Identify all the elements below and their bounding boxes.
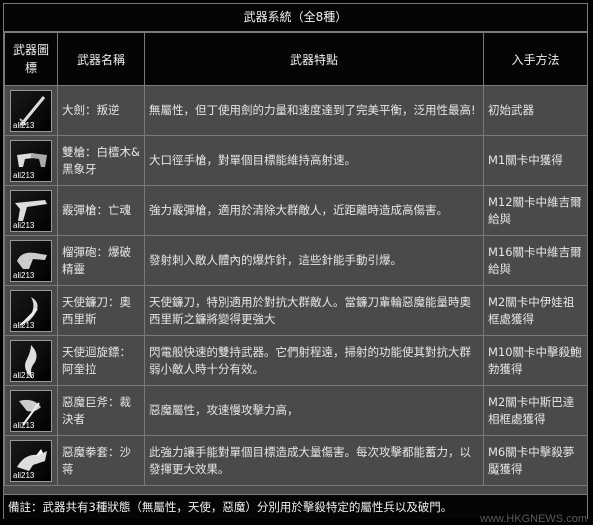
weapon-icon-cell: ali213	[4, 435, 58, 486]
weapon-name: 惡魔拳套：沙蒋	[57, 435, 145, 486]
table-title: 武器系統（全8種）	[4, 4, 587, 32]
icon-watermark: ali213	[13, 270, 35, 280]
weapon-feature: 惡魔屬性，攻速慢攻擊力高，	[144, 385, 484, 436]
twin-pistols-icon: ali213	[10, 139, 52, 182]
footer-text: 備註：武器共有3種狀態（無屬性，天使，惡魔）分別用於擊殺特定的屬性兵以及破門。	[8, 500, 453, 514]
header-feature: 武器特點	[144, 32, 484, 86]
shotgun-icon: ali213	[10, 189, 52, 232]
weapon-icon-cell: ali213	[4, 135, 58, 186]
site-watermark: www.HKGNEWS.com	[480, 513, 587, 525]
table-row: ali213 天使迴旋鏢：阿奎拉 閃電般快速的雙持武器。它們射程遠，掃射的功能使其對…	[4, 335, 588, 386]
weapon-name: 惡魔巨斧：裁決者	[57, 385, 145, 436]
header-name: 武器名稱	[57, 32, 145, 86]
weapon-feature: 無屬性，但丁使用劍的力量和速度達到了完美平衡，泛用性最高!	[144, 85, 484, 136]
axe-icon: ali213	[10, 389, 52, 432]
weapon-name: 榴彈砲：爆破精靈	[57, 235, 145, 286]
weapon-icon-cell: ali213	[4, 235, 58, 286]
weapon-method: M6關卡中擊殺夢魘獲得	[483, 435, 588, 486]
table-row: ali213 榴彈砲：爆破精靈 發射刺入敵人體內的爆炸針，這些針能手動引爆。 M16關…	[4, 235, 588, 286]
table-row: ali213 天使鐮刀：奧西里斯 天使鐮刀，特別適用於對抗大群敵人。當鐮刀輩輪惡魔能…	[4, 285, 588, 336]
weapon-name: 天使迴旋鏢：阿奎拉	[57, 335, 145, 386]
icon-watermark: ali213	[13, 220, 35, 230]
header-method: 入手方法	[483, 32, 588, 86]
grenade-launcher-icon: ali213	[10, 239, 52, 282]
icon-watermark: ali213	[13, 320, 35, 330]
weapon-name: 大劍：叛逆	[57, 85, 145, 136]
weapon-method: M2關卡中伊娃祖框處獲得	[483, 285, 588, 336]
weapon-feature: 強力霰彈槍，適用於清除大群敵人，近距離時造成高傷害。	[144, 185, 484, 236]
weapon-feature: 發射刺入敵人體內的爆炸針，這些針能手動引爆。	[144, 235, 484, 286]
table-row: ali213 惡魔拳套：沙蒋 此強力讓手能對單個目標造成大量傷害。每次攻擊都能蓄力，…	[4, 435, 588, 486]
weapon-icon-cell: ali213	[4, 385, 58, 436]
weapon-name: 霰彈槍：亡魂	[57, 185, 145, 236]
weapon-feature: 閃電般快速的雙持武器。它們射程遠，掃射的功能使其對抗大群弱小敵人時十分有效。	[144, 335, 484, 386]
weapon-icon-cell: ali213	[4, 335, 58, 386]
icon-watermark: ali213	[13, 370, 35, 380]
weapon-icon-cell: ali213	[4, 85, 58, 136]
weapon-feature: 此強力讓手能對單個目標造成大量傷害。每次攻擊都能蓄力，以發揮更大效果。	[144, 435, 484, 486]
weapon-method: M12關卡中維吉爾給與	[483, 185, 588, 236]
weapon-table: 武器圖標 武器名稱 武器特點 入手方法 ali213 大劍：叛逆 無屬性，但丁使用劍…	[4, 32, 588, 486]
header-icon: 武器圖標	[4, 32, 58, 86]
gauntlets-icon: ali213	[10, 439, 52, 482]
icon-watermark: ali213	[13, 120, 35, 130]
icon-watermark: ali213	[13, 420, 35, 430]
weapon-icon-cell: ali213	[4, 185, 58, 236]
icon-watermark: ali213	[13, 470, 35, 480]
glaives-icon: ali213	[10, 339, 52, 382]
weapon-table-frame: 武器系統（全8種） 武器圖標 武器名稱 武器特點 入手方法 ali213 大劍：叛…	[3, 3, 588, 519]
icon-watermark: ali213	[13, 170, 35, 180]
table-row: ali213 雙槍：白檀木&黑象牙 大口徑手槍，對單個目標能維持高射速。 M1關卡中獲…	[4, 135, 588, 186]
table-row: ali213 惡魔巨斧：裁決者 惡魔屬性，攻速慢攻擊力高， M2關卡中斯巴達相框處獲得	[4, 385, 588, 436]
weapon-icon-cell: ali213	[4, 285, 58, 336]
weapon-method: M2關卡中斯巴達相框處獲得	[483, 385, 588, 436]
header-row: 武器圖標 武器名稱 武器特點 入手方法	[4, 32, 588, 86]
weapon-method: M10關卡中擊殺鮑勃獲得	[483, 335, 588, 386]
weapon-method: M16關卡中維吉爾給與	[483, 235, 588, 286]
weapon-method: M1關卡中獲得	[483, 135, 588, 186]
weapon-name: 天使鐮刀：奧西里斯	[57, 285, 145, 336]
table-row: ali213 大劍：叛逆 無屬性，但丁使用劍的力量和速度達到了完美平衡，泛用性最高!…	[4, 85, 588, 136]
weapon-feature: 天使鐮刀，特別適用於對抗大群敵人。當鐮刀輩輪惡魔能量時奧西里斯之鐮將變得更強大	[144, 285, 484, 336]
weapon-name: 雙槍：白檀木&黑象牙	[57, 135, 145, 186]
table-row: ali213 霰彈槍：亡魂 強力霰彈槍，適用於清除大群敵人，近距離時造成高傷害。 M1…	[4, 185, 588, 236]
scythe-icon: ali213	[10, 289, 52, 332]
weapon-feature: 大口徑手槍，對單個目標能維持高射速。	[144, 135, 484, 186]
weapon-method: 初始武器	[483, 85, 588, 136]
sword-icon: ali213	[10, 89, 52, 132]
